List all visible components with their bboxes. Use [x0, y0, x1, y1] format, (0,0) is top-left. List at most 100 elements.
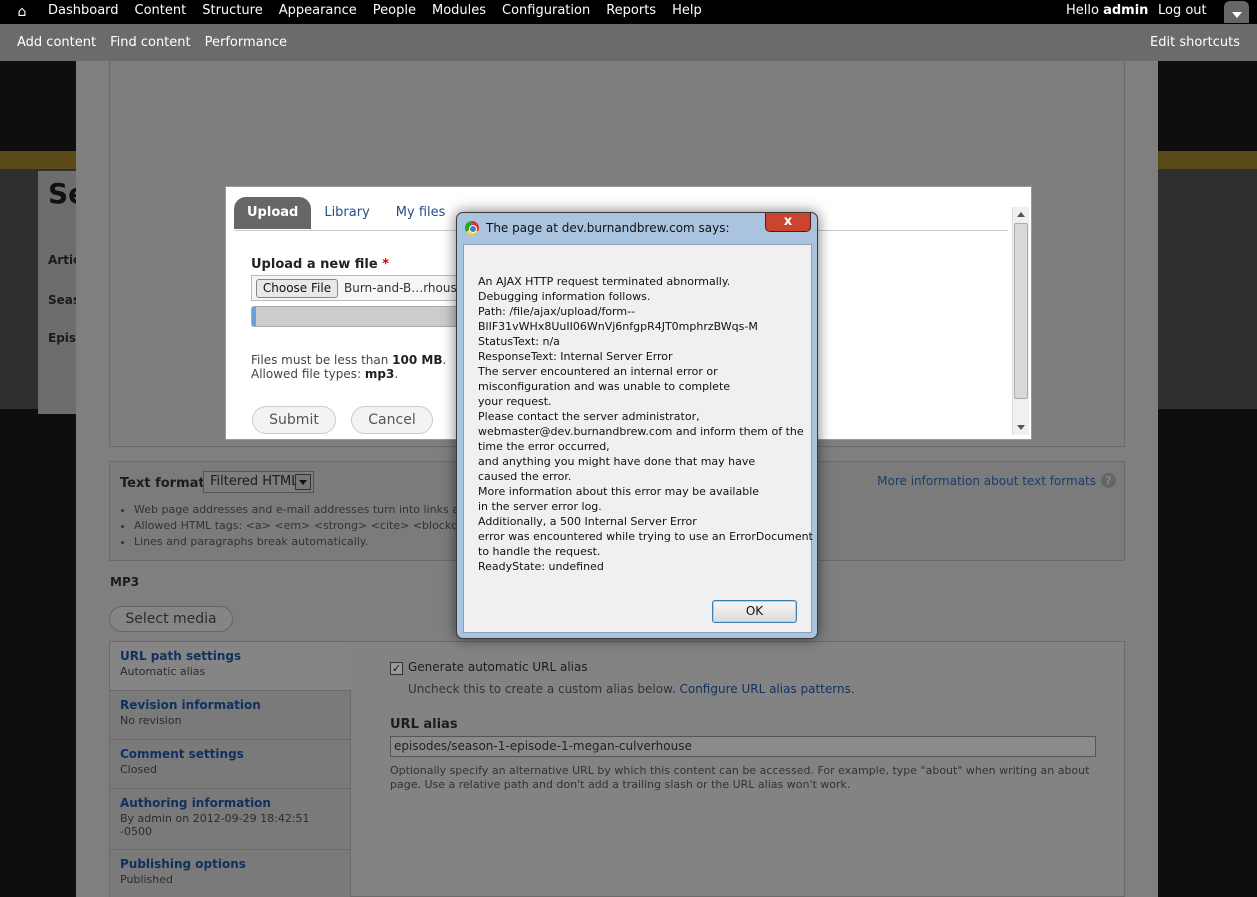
url-alias-description: Optionally specify an alternative URL by… — [390, 764, 1090, 791]
shortcuts-bar: Add content Find content Performance Edi… — [0, 24, 1257, 61]
alert-message-line: The server encountered an internal error… — [478, 365, 718, 378]
size-limit-line: Files must be less than 100 MB. — [251, 353, 447, 367]
alert-message-line: Path: /file/ajax/upload/form-- — [478, 305, 636, 318]
scroll-up-icon[interactable] — [1017, 212, 1025, 217]
vtab-summary: Closed — [120, 763, 157, 776]
menu-item-appearance[interactable]: Appearance — [271, 0, 365, 24]
menu-item-structure[interactable]: Structure — [194, 0, 270, 24]
vtab-summary: Published — [120, 873, 173, 886]
menu-item-configuration[interactable]: Configuration — [494, 0, 598, 24]
alert-message-line: BlIF31vWHx8UuII06WnVj6nfgpR4JT0mphrzBWqs… — [478, 320, 758, 333]
alert-message-line: to handle the request. — [478, 545, 601, 558]
hello-text: Hello — [1066, 3, 1099, 18]
edit-shortcuts-link[interactable]: Edit shortcuts — [1150, 24, 1240, 61]
chevron-down-icon — [1231, 12, 1242, 18]
vtab-url-path[interactable]: URL path settings Automatic alias — [110, 642, 351, 691]
vtab-authoring[interactable]: Authoring information By admin on 2012-0… — [110, 789, 351, 850]
text-format-selected: Filtered HTML — [210, 474, 299, 489]
alert-message-line: Please contact the server administrator, — [478, 410, 700, 423]
alert-message-line: More information about this error may be… — [478, 485, 760, 498]
tab-library[interactable]: Library — [311, 197, 382, 229]
media-tabs: Upload Library My files — [234, 197, 458, 229]
menu-item-reports[interactable]: Reports — [598, 0, 664, 24]
alert-message-line: ResponseText: Internal Server Error — [478, 350, 673, 363]
logout-link[interactable]: Log out — [1158, 0, 1207, 22]
menu-item-modules[interactable]: Modules — [424, 0, 494, 24]
menu-item-dashboard[interactable]: Dashboard — [40, 0, 127, 24]
alert-message-line: your request. — [478, 395, 552, 408]
close-button[interactable]: x — [765, 213, 811, 232]
file-input: Choose File Burn-and-B…rhouse — [251, 275, 466, 301]
alert-message-line: Additionally, a 500 Internal Server Erro… — [478, 515, 697, 528]
menu-item-people[interactable]: People — [365, 0, 424, 24]
auto-alias-label: Generate automatic URL alias — [408, 660, 588, 674]
vtab-title: Authoring information — [120, 796, 271, 810]
choose-file-button[interactable]: Choose File — [256, 279, 338, 298]
alert-message-line: An AJAX HTTP request terminated abnormal… — [478, 275, 731, 288]
tab-upload[interactable]: Upload — [234, 197, 312, 229]
select-media-button[interactable]: Select media — [109, 606, 233, 632]
alert-body: An AJAX HTTP request terminated abnormal… — [463, 244, 813, 633]
vtab-summary: By admin on 2012-09-29 18:42:51 -0500 — [120, 812, 310, 838]
size-limit-text: Files must be less than — [251, 353, 389, 367]
menu-item-help[interactable]: Help — [664, 0, 710, 24]
upload-progress-bar — [251, 306, 466, 327]
vtab-title: Publishing options — [120, 857, 246, 871]
shortcut-links: Add content Find content Performance — [10, 24, 294, 61]
type-limit-text: Allowed file types: — [251, 367, 362, 381]
shortcut-find-content[interactable]: Find content — [103, 24, 198, 61]
admin-toolbar: ⌂ Dashboard Content Structure Appearance… — [0, 0, 1257, 24]
vertical-tab-list: URL path settings Automatic alias Revisi… — [110, 642, 351, 897]
help-icon[interactable]: ? — [1101, 473, 1116, 488]
vtab-revision[interactable]: Revision information No revision — [110, 691, 351, 740]
mp3-field-label: MP3 — [110, 575, 140, 589]
alert-message-line: error was encountered while trying to us… — [478, 530, 813, 543]
alert-dialog: The page at dev.burnandbrew.com says: x … — [456, 212, 818, 639]
dropdown-arrow-icon — [295, 474, 311, 490]
alert-title: The page at dev.burnandbrew.com says: — [486, 221, 730, 235]
vtab-title: URL path settings — [120, 649, 242, 663]
alert-message: An AJAX HTTP request terminated abnormal… — [478, 274, 813, 574]
home-icon[interactable]: ⌂ — [12, 2, 32, 22]
alert-message-line: caused the error. — [478, 470, 572, 483]
username[interactable]: admin — [1103, 3, 1148, 18]
cancel-button[interactable]: Cancel — [351, 406, 433, 434]
ok-button[interactable]: OK — [712, 600, 797, 623]
submit-button[interactable]: Submit — [252, 406, 336, 434]
scroll-thumb[interactable] — [1014, 223, 1028, 399]
auto-alias-description: Uncheck this to create a custom alias be… — [408, 682, 855, 696]
vtab-comment[interactable]: Comment settings Closed — [110, 740, 351, 789]
scroll-down-icon[interactable] — [1017, 425, 1025, 430]
type-limit-value: mp3 — [364, 367, 395, 381]
alert-message-line: ReadyState: undefined — [478, 560, 604, 573]
more-text-formats-link[interactable]: More information about text formats — [877, 474, 1096, 488]
configure-alias-patterns-link[interactable]: Configure URL alias patterns. — [679, 682, 854, 696]
user-greeting: Hello admin — [1066, 0, 1148, 22]
alert-message-line: webmaster@dev.burnandbrew.com and inform… — [478, 425, 804, 438]
tab-my-files[interactable]: My files — [383, 197, 459, 229]
text-format-select[interactable]: Filtered HTML — [203, 471, 314, 493]
text-format-label: Text format — [120, 476, 205, 491]
alert-message-line: and anything you might have done that ma… — [478, 455, 756, 468]
upload-progress-fill — [252, 307, 257, 326]
selected-file-name: Burn-and-B…rhouse — [344, 281, 465, 295]
vertical-tabs: URL path settings Automatic alias Revisi… — [109, 641, 1125, 897]
shortcut-add-content[interactable]: Add content — [10, 24, 103, 61]
vtab-title: Revision information — [120, 698, 261, 712]
menu-item-content[interactable]: Content — [127, 0, 195, 24]
admin-menu: Dashboard Content Structure Appearance P… — [40, 0, 710, 24]
media-scrollbar[interactable] — [1012, 207, 1029, 435]
vtab-summary: No revision — [120, 714, 182, 727]
url-alias-input[interactable]: episodes/season-1-episode-1-megan-culver… — [390, 736, 1096, 757]
shortcut-performance[interactable]: Performance — [198, 24, 294, 61]
alert-message-line: Debugging information follows. — [478, 290, 651, 303]
upload-file-label: Upload a new file * — [251, 257, 389, 272]
required-marker: * — [382, 257, 390, 272]
vtab-publishing[interactable]: Publishing options Published — [110, 850, 351, 897]
url-alias-label: URL alias — [390, 717, 458, 732]
auto-alias-checkbox[interactable]: ✓ — [390, 662, 403, 675]
episode-label-peek: Epis — [48, 331, 77, 345]
upload-limits: Files must be less than 100 MB. Allowed … — [251, 353, 446, 381]
alert-message-line: misconfiguration and was unable to compl… — [478, 380, 731, 393]
shortcuts-toggle-button[interactable] — [1224, 1, 1249, 23]
